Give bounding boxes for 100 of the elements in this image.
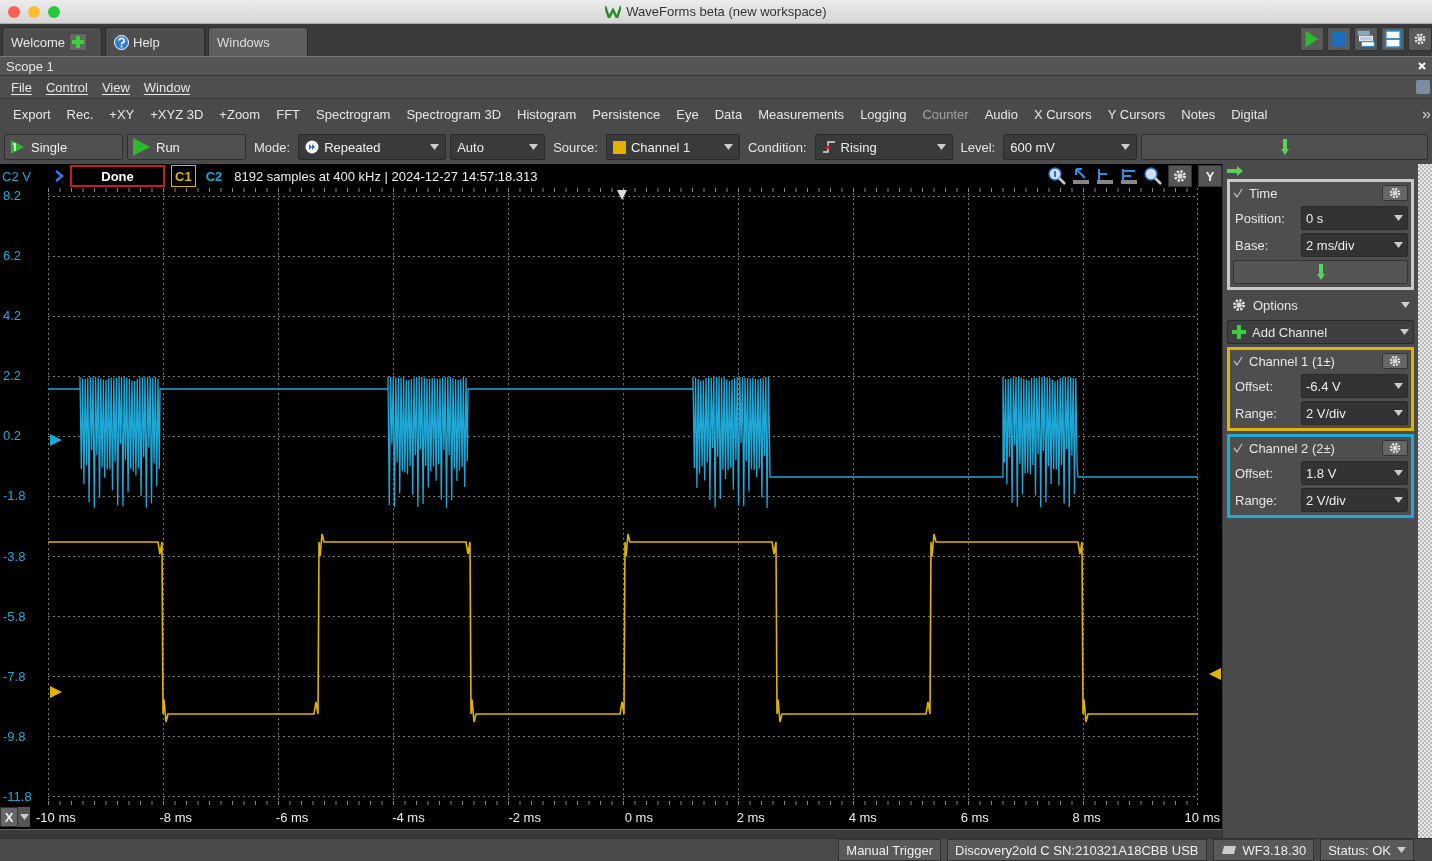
toolbar-button[interactable]: X Cursors [1025, 107, 1100, 122]
caret-icon [1394, 383, 1403, 389]
y-button[interactable]: Y [1198, 165, 1222, 187]
settings-button[interactable] [1382, 440, 1408, 456]
zoom-icon[interactable] [1048, 167, 1066, 185]
axis-tick-label: 2 ms [736, 809, 765, 825]
status-info[interactable]: Status: OK [1320, 839, 1414, 861]
axis-tick-label: -8 ms [159, 809, 193, 825]
toolbar-button[interactable]: Audio [976, 107, 1026, 122]
caret-icon [1394, 497, 1403, 503]
mode-dropdown[interactable]: Repeated [298, 134, 447, 160]
toolbar-button[interactable]: +Zoom [211, 107, 269, 122]
align-icon[interactable] [1096, 167, 1114, 185]
level-label: Level: [959, 139, 997, 155]
channel-tag[interactable]: C2 [201, 165, 227, 187]
help-icon [114, 34, 129, 50]
x-button[interactable]: X [0, 807, 18, 827]
tab[interactable]: Windows [208, 27, 308, 56]
check-icon[interactable] [1233, 188, 1243, 198]
options-menu[interactable]: Options [1227, 293, 1414, 317]
field-label: Position: [1234, 210, 1286, 226]
source-dropdown[interactable]: Channel 1 [605, 134, 740, 160]
align-icon[interactable] [1120, 167, 1138, 185]
arrow-down-icon[interactable] [1280, 139, 1289, 155]
zoom-icon[interactable] [1144, 167, 1162, 185]
more-icon[interactable] [1423, 110, 1432, 119]
caret-icon [1394, 242, 1403, 248]
toolbar-button[interactable]: Rec. [58, 107, 102, 122]
toolbar-button[interactable]: Persistence [584, 107, 669, 122]
toolbar-button[interactable]: Histogram [509, 107, 585, 122]
toolbar-button[interactable]: +XY [101, 107, 143, 122]
toolbar-button[interactable]: Eye [668, 107, 707, 122]
scrollbar[interactable] [0, 829, 1222, 838]
toolbar-button[interactable]: Y Cursors [1099, 107, 1174, 122]
channel-tag[interactable]: C1 [171, 165, 196, 187]
value-field[interactable]: 2 V/div [1301, 401, 1408, 425]
caret-icon [1400, 329, 1409, 335]
acquisition-info: 8192 samples at 400 kHz | 2024-12-27 14:57:18.313 [234, 168, 538, 184]
axis-unit-label: C2 V [2, 168, 32, 184]
run-button[interactable]: Run [127, 134, 246, 160]
settings-button[interactable] [1382, 185, 1408, 201]
value-field[interactable]: -6.4 V [1301, 374, 1408, 398]
settings-icon [1231, 297, 1247, 313]
mode-icon [305, 140, 320, 154]
tab[interactable]: Help [105, 27, 205, 56]
settings-icon [1172, 168, 1188, 184]
split-icon[interactable] [1382, 27, 1404, 51]
document-title[interactable]: Scope 1 [6, 58, 54, 74]
condition-dropdown[interactable]: Rising [814, 134, 953, 160]
add-channel-button[interactable]: Add Channel [1227, 320, 1414, 344]
check-icon[interactable] [1233, 443, 1243, 453]
toolbar-button[interactable]: FFT [268, 107, 308, 122]
arrow-right-icon[interactable] [1227, 166, 1243, 176]
menu-item[interactable]: View [94, 79, 137, 95]
value-field[interactable]: 2 V/div [1301, 488, 1408, 512]
toolbar-button[interactable]: Spectrogram [308, 107, 399, 122]
toolbar-button[interactable]: +XYZ 3D [142, 107, 212, 122]
settings-button[interactable] [1168, 165, 1192, 187]
axis-tick-label: -4 ms [392, 809, 425, 825]
toolbar-button[interactable]: Measurements [750, 107, 853, 122]
close-icon[interactable] [1418, 62, 1426, 70]
check-icon[interactable] [1233, 356, 1243, 366]
caret-icon [1401, 302, 1410, 308]
toolbar-button[interactable]: Notes [1173, 107, 1224, 122]
cursor-icon[interactable] [1072, 167, 1090, 185]
rising-edge-icon [821, 140, 836, 154]
value-field[interactable]: 0 s [1301, 206, 1408, 230]
toolbar-button[interactable]: Export [5, 107, 59, 122]
channel-marker[interactable] [50, 686, 62, 698]
toolbar-button[interactable]: Digital [1223, 107, 1276, 122]
menu-item[interactable]: Control [38, 79, 95, 95]
caret-icon [1394, 215, 1403, 221]
menu-item[interactable]: File [4, 79, 39, 95]
axis-tick-label: 6 ms [960, 809, 989, 825]
toolbar-button[interactable]: Spectrogram 3D [398, 107, 510, 122]
arrow-down-icon[interactable] [1316, 264, 1325, 280]
menu-item[interactable]: Window [136, 79, 198, 95]
axis-tick-label: 0.2 [3, 429, 23, 444]
level-field[interactable]: 600 mV [1003, 134, 1138, 160]
device-info[interactable]: Discovery2old C SN:210321A18CBB USB [947, 839, 1207, 861]
play-icon [132, 138, 150, 156]
single-button[interactable]: Single [4, 134, 123, 160]
tab[interactable]: Welcome [2, 27, 102, 56]
trigger-mode-dropdown[interactable]: Auto [450, 134, 546, 160]
toolbar-button[interactable]: Data [706, 107, 751, 122]
scrollbar[interactable] [1418, 164, 1432, 838]
chevron-icon[interactable] [54, 170, 64, 182]
value-field[interactable]: 1.8 V [1301, 461, 1408, 485]
value-field[interactable]: 2 ms/div [1301, 233, 1408, 257]
axis-tick-label: 10 ms [1184, 809, 1220, 825]
version-info[interactable]: WF3.18.30 [1212, 839, 1315, 861]
toolbar-button[interactable]: Logging [852, 107, 915, 122]
trigger-marker[interactable] [617, 190, 627, 200]
field-label: Range: [1234, 492, 1278, 508]
device-icon [1220, 845, 1237, 855]
panel-title: Time [1249, 185, 1279, 201]
manual-trigger-button[interactable]: Manual Trigger [838, 839, 941, 861]
channel-marker[interactable] [50, 434, 62, 446]
caret-icon [430, 144, 440, 150]
settings-button[interactable] [1382, 353, 1408, 369]
